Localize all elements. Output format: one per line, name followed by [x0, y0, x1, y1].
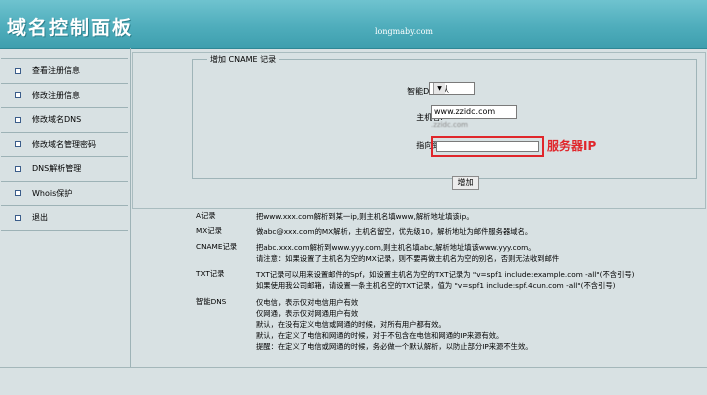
bullet-icon: [15, 141, 21, 148]
sidebar-item-edit-registration[interactable]: 修改注册信息: [1, 84, 128, 108]
help-line: 做abc@xxx.com的MX解析，主机名留空，优先级10，解析地址为邮件服务器…: [256, 227, 533, 236]
sidebar-item-label: 修改域名管理密码: [32, 139, 96, 149]
sidebar-item-label: 查看注册信息: [32, 66, 80, 76]
sidebar-item-edit-password[interactable]: 修改域名管理密码: [1, 133, 128, 157]
help-name: CNAME记录: [196, 242, 238, 251]
help-line: 把abc.xxx.com解析到www.yyy.com,则主机名填abc,解析地址…: [256, 243, 536, 252]
header-banner: 域名控制面板 longmaby.com: [0, 0, 707, 49]
sidebar: 查看注册信息 修改注册信息 修改域名DNS 修改域名管理密码 DNS解析管理 W…: [1, 58, 128, 231]
form-legend: 增加 CNAME 记录: [210, 55, 277, 64]
sidebar-item-label: DNS解析管理: [32, 164, 82, 174]
help-line: 提醒：在定义了电信或网通的时候，务必做一个默认解析，以防止部分IP来源不生效。: [256, 342, 533, 351]
sidebar-item-label: 修改域名DNS: [32, 115, 82, 125]
help-name: TXT记录: [196, 269, 225, 278]
sidebar-divider: [130, 48, 131, 368]
dns-select[interactable]: 默认 ▼: [429, 82, 475, 95]
bullet-icon: [15, 116, 21, 123]
help-name: 智能DNS: [196, 297, 227, 306]
add-button[interactable]: 增加: [452, 176, 479, 190]
sidebar-item-dns-management[interactable]: DNS解析管理: [1, 157, 128, 182]
help-line: 如果使用我公司邮箱，请设置一条主机名空的TXT记录，值为 "v=spf1 inc…: [256, 281, 616, 290]
help-line: 默认，在定义了电信和网通的时候，对于不包含在电信和网通的IP来源有效。: [256, 331, 504, 340]
footer-divider: [0, 367, 707, 368]
host-input[interactable]: www.zzidc.com: [431, 105, 517, 119]
help-line: 请注意：如果设置了主机名为空的MX记录，则不要再做主机名为空的别名，否则无法收到…: [256, 254, 560, 263]
help-line: 仅电信，表示仅对电信用户有效: [256, 298, 359, 307]
sidebar-item-label: 修改注册信息: [32, 90, 80, 100]
cname-form: 增加 CNAME 记录 智能DNS: 默认 ▼ 主机名: www.zzidc.c…: [192, 54, 697, 190]
host-hint: .zzidc.com: [431, 121, 468, 129]
help-line: 把www.xxx.com解析到某一ip,则主机名填www,解析地址填该ip。: [256, 212, 474, 221]
help-name: MX记录: [196, 226, 222, 235]
bullet-icon: [15, 214, 21, 221]
sidebar-item-edit-dns[interactable]: 修改域名DNS: [1, 108, 128, 133]
bullet-icon: [15, 165, 21, 172]
server-ip-annotation: 服务器IP: [547, 139, 597, 153]
help-line: TXT记录可以用来设置邮件的Spf，如设置主机名为空的TXT记录为 "v=spf…: [256, 270, 635, 279]
bullet-icon: [15, 67, 21, 74]
help-line: 仅网通，表示仅对网通用户有效: [256, 309, 359, 318]
help-name: A记录: [196, 211, 216, 220]
sidebar-item-logout[interactable]: 退出: [1, 206, 128, 231]
site-domain: longmaby.com: [375, 27, 434, 36]
sidebar-item-whois-protection[interactable]: Whois保护: [1, 182, 128, 206]
help-line: 默认，在没有定义电信或网通的时候，对所有用户都有效。: [256, 320, 446, 329]
bullet-icon: [15, 92, 21, 99]
sidebar-item-view-registration[interactable]: 查看注册信息: [1, 59, 128, 84]
content-panel: 增加 CNAME 记录 智能DNS: 默认 ▼ 主机名: www.zzidc.c…: [132, 52, 706, 209]
sidebar-item-label: Whois保护: [32, 188, 73, 198]
bullet-icon: [15, 190, 21, 197]
target-highlight: [431, 136, 544, 157]
chevron-down-icon[interactable]: ▼: [433, 83, 445, 94]
panel-title: 域名控制面板: [7, 17, 134, 39]
sidebar-item-label: 退出: [32, 213, 48, 223]
target-input[interactable]: [436, 141, 539, 152]
